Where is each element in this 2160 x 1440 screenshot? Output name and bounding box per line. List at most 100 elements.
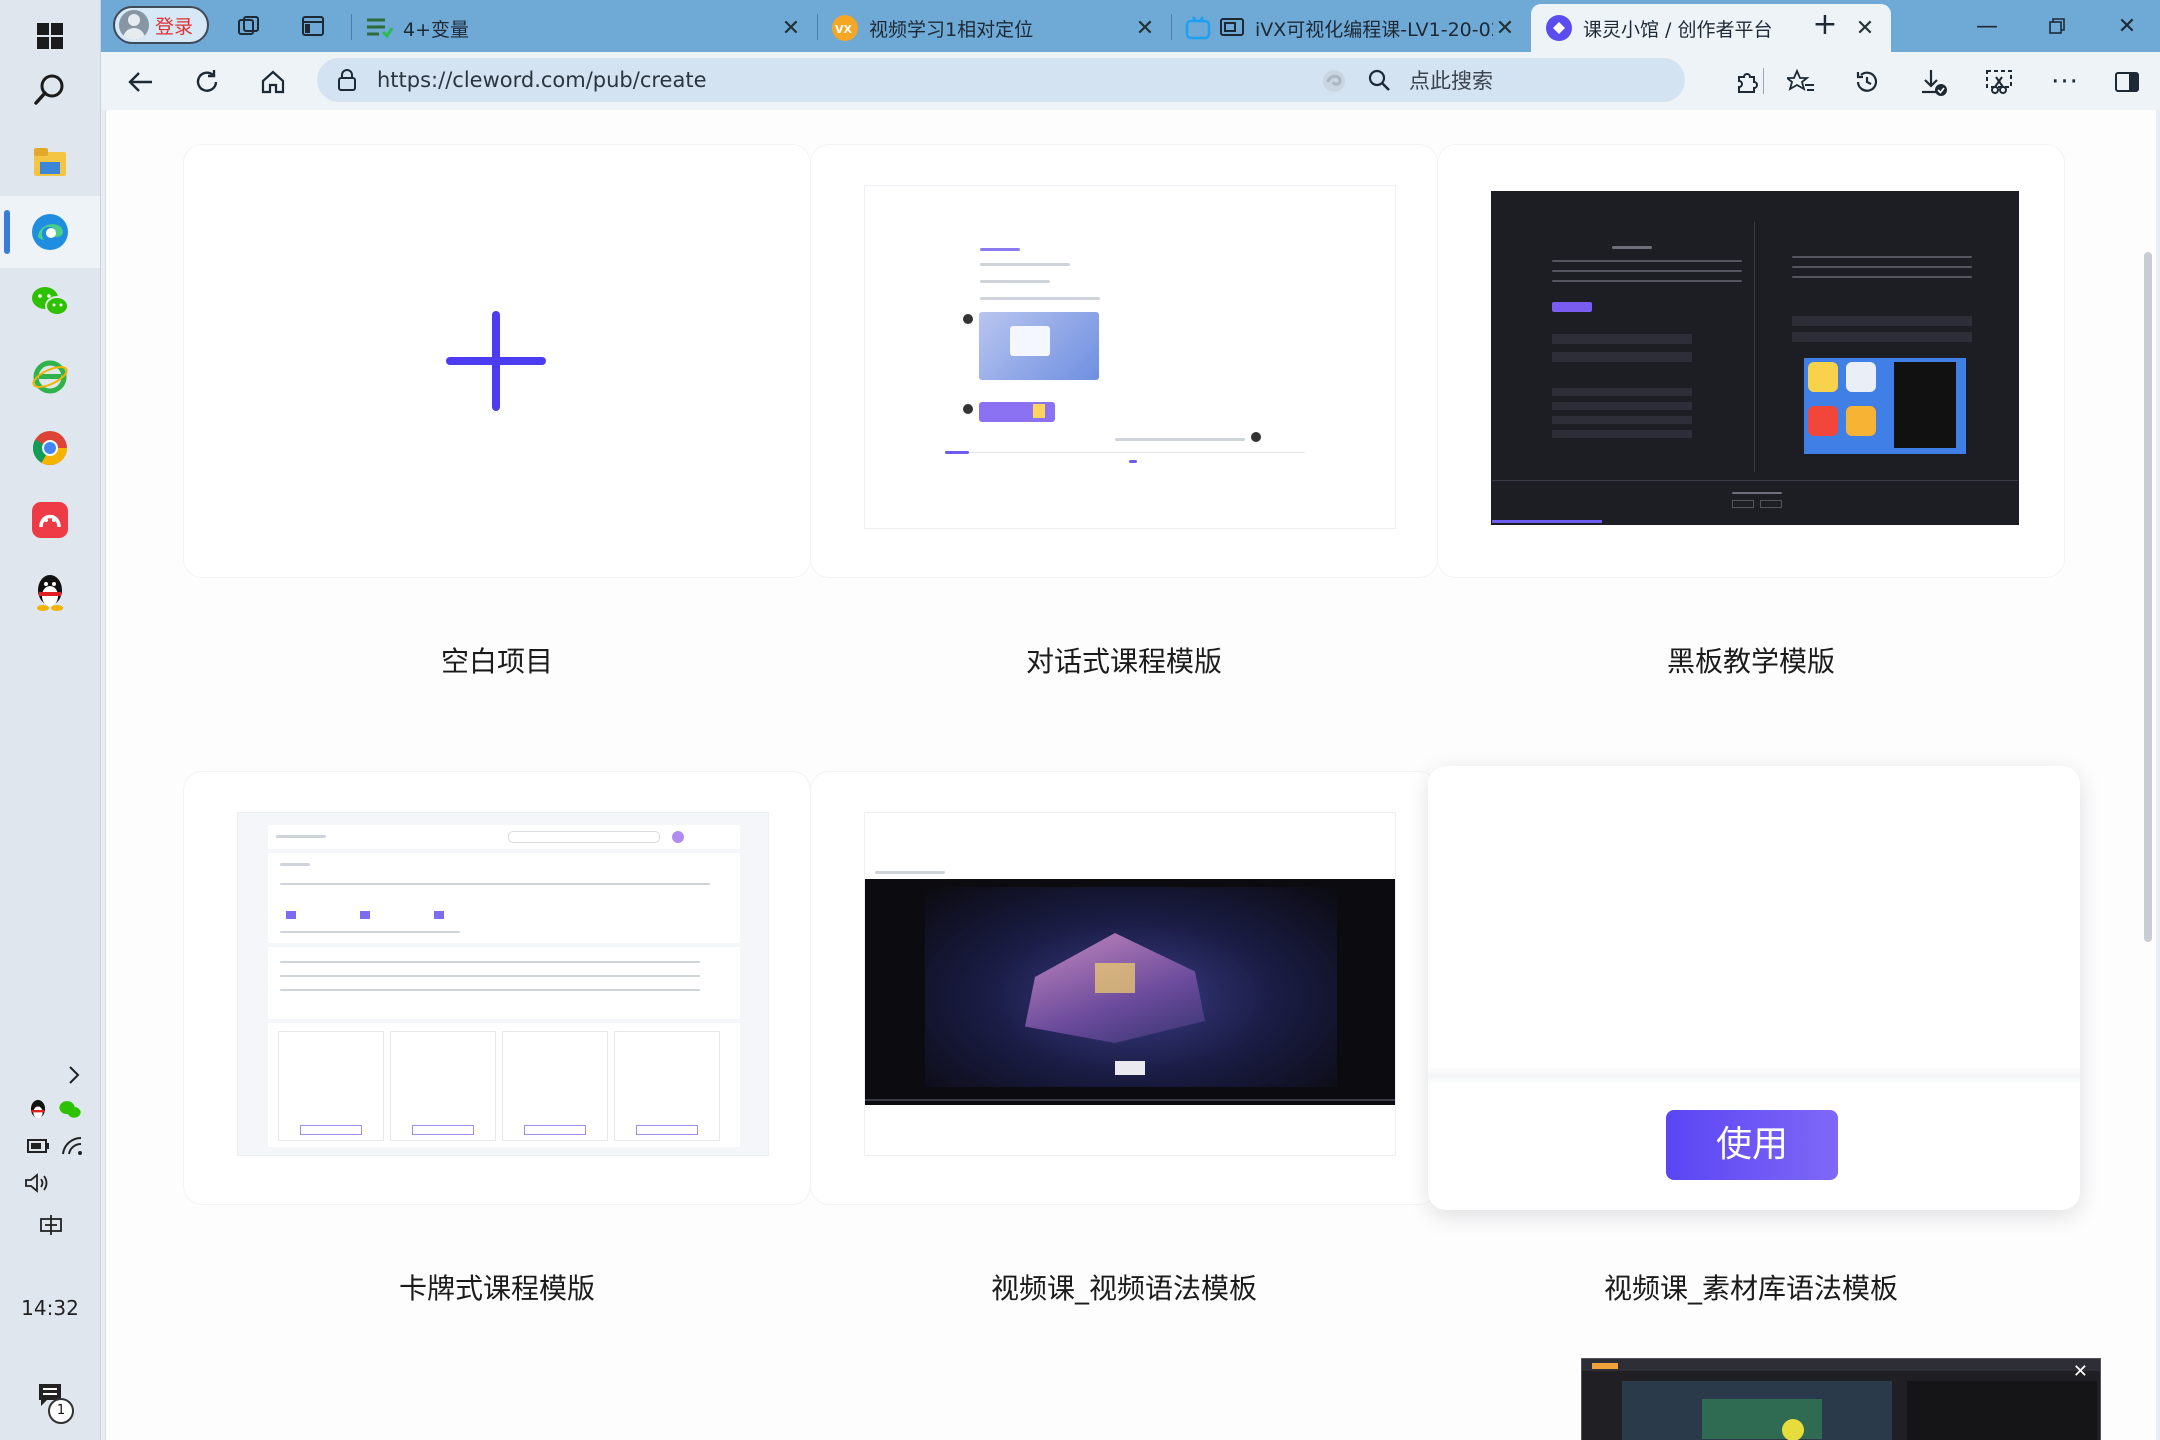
template-label: 对话式课程模版 xyxy=(1025,645,1222,678)
plus-icon xyxy=(446,311,546,411)
url-text[interactable]: https://cleword.com/pub/create xyxy=(377,68,707,92)
address-bar[interactable]: https://cleword.com/pub/create xyxy=(317,58,1445,102)
template-card-blackboard[interactable] xyxy=(1438,145,2064,577)
sidebar-panel-icon xyxy=(2115,72,2139,92)
page-scrollbar[interactable] xyxy=(2144,252,2152,942)
windows-logo-icon xyxy=(37,23,63,49)
tab-title: 视频学习1相对定位 xyxy=(869,18,1034,41)
qq-penguin-icon xyxy=(30,1100,46,1119)
tab-window-icon xyxy=(302,16,324,36)
tab-video-study[interactable]: VX 视频学习1相对定位 ✕ xyxy=(817,4,1171,52)
window-close-button[interactable]: ✕ xyxy=(2097,6,2157,46)
wifi-icon xyxy=(62,1136,82,1155)
history-button[interactable] xyxy=(1847,62,1887,102)
qq-penguin-icon xyxy=(37,575,63,611)
chevron-right-icon xyxy=(69,1066,80,1084)
template-card-card-course[interactable] xyxy=(184,772,810,1204)
app-red-icon xyxy=(32,502,68,538)
tray-wifi[interactable] xyxy=(58,1134,86,1158)
tray-expand-chevron[interactable] xyxy=(62,1060,86,1090)
home-icon xyxy=(261,70,285,94)
taskbar-wechat[interactable] xyxy=(0,266,100,338)
template-card-dialog-course[interactable] xyxy=(811,145,1437,577)
template-label: 视频课_视频语法模板 xyxy=(990,1272,1257,1305)
more-menu-button[interactable]: ··· xyxy=(2045,62,2085,102)
notification-count-badge: 1 xyxy=(48,1398,74,1424)
taskbar-ie-browser[interactable] xyxy=(0,340,100,412)
minimize-icon: — xyxy=(1976,13,1998,39)
workspaces-button[interactable] xyxy=(233,10,265,42)
template-label: 视频课_素材库语法模板 xyxy=(1603,1272,1898,1305)
download-icon xyxy=(1922,70,1947,96)
sidebar-toggle-button[interactable] xyxy=(2107,62,2147,102)
browser-toolbar: https://cleword.com/pub/create 点此搜索 ··· xyxy=(101,52,2160,110)
search-icon xyxy=(34,74,64,105)
cleword-logo-icon xyxy=(1546,15,1572,41)
search-box[interactable]: 点此搜索 xyxy=(1345,58,1685,102)
tab-variables[interactable]: 4+变量 ✕ xyxy=(351,4,817,52)
close-icon[interactable]: ✕ xyxy=(2073,1361,2088,1382)
avatar xyxy=(119,10,149,40)
close-icon[interactable]: ✕ xyxy=(779,16,803,41)
profile-login-button[interactable]: 登录 xyxy=(113,6,209,44)
taskbar-clock[interactable]: 14:32 xyxy=(0,1296,100,1320)
template-card-video-syntax[interactable] xyxy=(811,772,1437,1204)
tab-title: 4+变量 xyxy=(403,18,470,41)
web-capture-button[interactable] xyxy=(1979,62,2019,102)
puzzle-icon xyxy=(1738,73,1758,93)
tray-qq[interactable] xyxy=(24,1096,52,1124)
favorites-button[interactable] xyxy=(1781,62,1821,102)
favorites-list-icon xyxy=(1787,69,1814,91)
create-page: 空白项目 对话式课程模版 黑板教学模版 卡牌式课程模版 视频课_视频语法模板 使… xyxy=(105,110,2156,1440)
close-icon[interactable]: ✕ xyxy=(1493,16,1517,41)
arrow-left-icon xyxy=(128,72,152,92)
lock-icon[interactable] xyxy=(337,69,357,91)
home-button[interactable] xyxy=(253,62,293,102)
chrome-icon xyxy=(33,431,67,465)
svg-text:VX: VX xyxy=(835,23,853,36)
tab-title: iVX可视化编程课-LV1-20-02 xyxy=(1255,18,1493,41)
collections-stack-icon xyxy=(238,16,259,35)
search-input[interactable]: 点此搜索 xyxy=(1409,65,1493,95)
tray-wechat[interactable] xyxy=(56,1098,84,1122)
taskbar-file-explorer[interactable] xyxy=(0,126,100,198)
windows-taskbar: 14:32 1 xyxy=(0,0,101,1440)
back-button[interactable] xyxy=(121,62,161,102)
tab-actions-button[interactable] xyxy=(297,10,329,42)
edge-icon xyxy=(32,214,68,250)
ie-browser-icon xyxy=(32,360,68,394)
battery-plug-icon xyxy=(27,1139,49,1153)
taskbar-edge[interactable] xyxy=(0,196,100,268)
page-list-icon xyxy=(367,18,393,39)
taskbar-qq[interactable] xyxy=(0,556,100,628)
taskbar-search-button[interactable] xyxy=(0,54,100,126)
close-icon: ✕ xyxy=(2117,13,2137,39)
window-restore-button[interactable] xyxy=(2027,6,2087,46)
close-icon[interactable]: ✕ xyxy=(1133,16,1157,41)
keyboard-input-icon xyxy=(40,1215,62,1235)
browser-tab-strip: 登录 4+变量 ✕ VX 视频学习1相对定位 ✕ iVX可视化编程课-LV1-2… xyxy=(101,0,2160,52)
tray-volume[interactable] xyxy=(22,1170,52,1196)
media-cast-icon xyxy=(1220,18,1244,36)
reload-button[interactable] xyxy=(187,62,227,102)
use-template-button[interactable]: 使用 xyxy=(1666,1110,1838,1180)
template-thumbnail xyxy=(237,812,769,1156)
template-thumbnail xyxy=(1491,191,2019,525)
window-minimize-button[interactable]: — xyxy=(1957,6,2017,46)
tab-ivx-course[interactable]: iVX可视化编程课-LV1-20-02 ✕ xyxy=(1171,4,1531,52)
tray-input-method[interactable] xyxy=(36,1210,66,1240)
folder-icon xyxy=(34,148,66,176)
taskbar-app-red[interactable] xyxy=(0,484,100,556)
floating-video-preview[interactable]: ✕ xyxy=(1581,1358,2101,1440)
template-card-blank[interactable] xyxy=(184,145,810,577)
close-icon[interactable]: ✕ xyxy=(1853,16,1877,41)
taskbar-chrome[interactable] xyxy=(0,412,100,484)
speaker-icon xyxy=(25,1173,48,1193)
bilibili-tv-icon xyxy=(1185,16,1211,40)
new-tab-button[interactable]: + xyxy=(1807,8,1843,44)
extensions-button[interactable] xyxy=(1727,62,1767,102)
tray-battery[interactable] xyxy=(22,1134,52,1158)
downloads-button[interactable] xyxy=(1913,62,1953,102)
plus-icon: + xyxy=(1812,7,1838,42)
profile-login-label: 登录 xyxy=(155,15,194,38)
